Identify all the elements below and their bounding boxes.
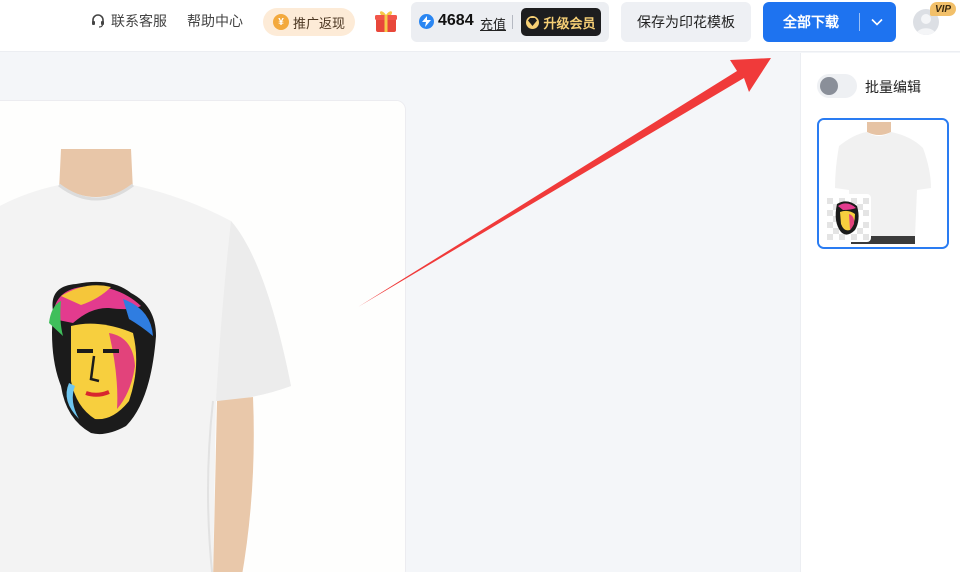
top-bar: 联系客服 帮助中心 ¥ 推广返现 4684 充值 升级会员 保存为印花模板 全部… xyxy=(0,0,960,52)
batch-edit-toggle[interactable] xyxy=(817,74,857,98)
download-divider xyxy=(859,13,860,31)
promo-label: 推广返现 xyxy=(292,15,345,31)
design-canvas[interactable] xyxy=(0,100,406,572)
save-as-print-template-button[interactable]: 保存为印花模板 xyxy=(621,2,751,42)
upgrade-label: 升级会员 xyxy=(543,15,596,31)
customer-service-label: 联系客服 xyxy=(111,13,167,29)
headset-icon xyxy=(89,12,107,30)
right-panel: 批量编辑 xyxy=(800,53,960,572)
batch-edit-label: 批量编辑 xyxy=(865,79,921,95)
download-all-label: 全部下载 xyxy=(783,14,839,30)
credits-balance: 4684 xyxy=(438,12,474,29)
gift-icon[interactable] xyxy=(373,8,399,34)
download-all-button[interactable]: 全部下载 xyxy=(763,2,896,42)
tshirt-mockup-image xyxy=(0,101,405,572)
toggle-knob xyxy=(820,77,838,95)
thumbnail-image xyxy=(819,120,947,247)
save-template-label: 保存为印花模板 xyxy=(637,14,735,30)
help-center-link[interactable]: 帮助中心 xyxy=(187,12,243,30)
chevron-down-icon[interactable] xyxy=(867,14,887,30)
mockup-thumbnail[interactable] xyxy=(817,118,949,249)
lightning-icon xyxy=(419,14,434,29)
help-center-label: 帮助中心 xyxy=(187,13,243,29)
recharge-link[interactable]: 充值 xyxy=(480,14,506,33)
upgrade-membership-button[interactable]: 升级会员 xyxy=(521,8,601,36)
vip-badge: VIP xyxy=(930,2,956,16)
credits-divider xyxy=(512,15,513,29)
coin-icon: ¥ xyxy=(272,14,289,30)
credits-panel: 4684 充值 升级会员 xyxy=(411,2,609,42)
diamond-icon xyxy=(526,15,540,29)
customer-service-link[interactable]: 联系客服 xyxy=(89,12,167,30)
promo-cashback-button[interactable]: ¥ 推广返现 xyxy=(263,8,355,36)
